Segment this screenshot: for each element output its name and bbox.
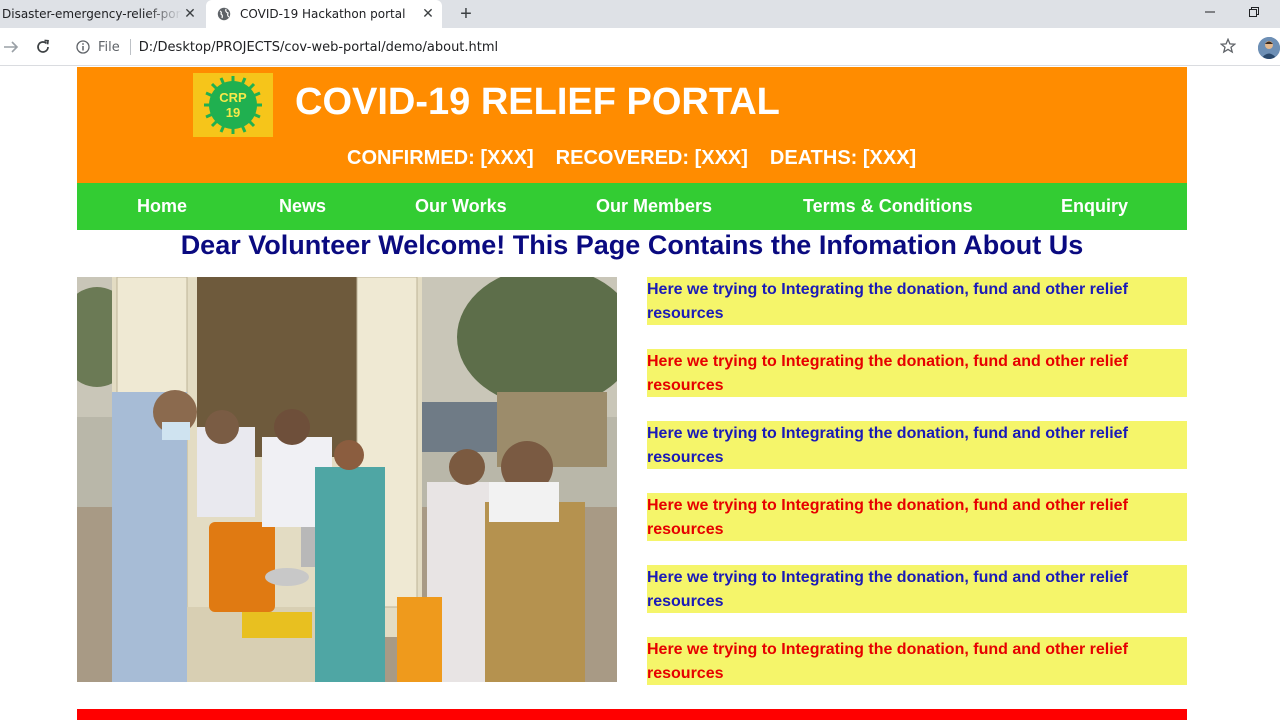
nav-link-enquiry[interactable]: Enquiry — [1061, 196, 1128, 217]
virus-logo-icon: CRP 19 — [204, 76, 262, 134]
footer-bar — [77, 709, 1187, 720]
tab-title: Disaster-emergency-relief-portal — [2, 7, 182, 21]
nav-link-our-members[interactable]: Our Members — [596, 196, 712, 217]
star-icon[interactable] — [1219, 37, 1238, 56]
deaths-stat: DEATHS: [XXX] — [769, 147, 917, 169]
reload-icon[interactable] — [33, 37, 53, 57]
confirmed-stat: CONFIRMED: [XXX] — [347, 147, 534, 169]
divider — [129, 39, 131, 55]
address-bar[interactable]: File D:/Desktop/PROJECTS/cov-web-portal/… — [66, 32, 1246, 62]
info-item: Here we trying to Integrating the donati… — [647, 493, 1187, 541]
close-icon[interactable]: ✕ — [420, 6, 436, 22]
logo-text-top: CRP — [219, 90, 247, 105]
site-title: COVID-19 RELIEF PORTAL — [295, 81, 780, 123]
main-nav: Home News Our Works Our Members Terms & … — [77, 183, 1187, 230]
recovered-stat: RECOVERED: [XXX] — [555, 147, 748, 169]
scheme-label: File — [98, 39, 120, 55]
close-icon[interactable]: ✕ — [182, 6, 198, 22]
case-stats: CONFIRMED: [XXX] RECOVERED: [XXX] DEATHS… — [347, 147, 916, 170]
browser-tab-active[interactable]: COVID-19 Hackathon portal ✕ — [206, 0, 442, 28]
plus-icon[interactable]: + — [454, 2, 478, 26]
info-item: Here we trying to Integrating the donati… — [647, 421, 1187, 469]
site-header: CRP 19 COVID-19 RELIEF PORTAL CONFIRMED:… — [77, 67, 1187, 183]
welcome-heading: Dear Volunteer Welcome! This Page Contai… — [180, 230, 1084, 260]
info-item: Here we trying to Integrating the donati… — [647, 277, 1187, 325]
site-logo[interactable]: CRP 19 — [193, 73, 273, 137]
info-item: Here we trying to Integrating the donati… — [647, 565, 1187, 613]
avatar[interactable] — [1258, 37, 1280, 59]
info-item: Here we trying to Integrating the donati… — [647, 349, 1187, 397]
nav-link-terms[interactable]: Terms & Conditions — [803, 196, 973, 217]
forward-arrow-icon[interactable] — [1, 37, 21, 57]
browser-tab-strip: Disaster-emergency-relief-portal ✕ COVID… — [0, 0, 1280, 28]
info-item: Here we trying to Integrating the donati… — [647, 637, 1187, 685]
nav-link-news[interactable]: News — [279, 196, 326, 217]
nav-link-home[interactable]: Home — [137, 196, 187, 217]
restore-icon[interactable] — [1244, 2, 1264, 22]
tab-title: COVID-19 Hackathon portal — [240, 7, 406, 21]
nav-link-our-works[interactable]: Our Works — [415, 196, 507, 217]
relief-distribution-photo — [77, 277, 617, 682]
browser-toolbar: File D:/Desktop/PROJECTS/cov-web-portal/… — [0, 28, 1280, 66]
minimize-icon[interactable] — [1200, 2, 1220, 22]
logo-text-bottom: 19 — [226, 105, 240, 120]
browser-tab-inactive[interactable]: Disaster-emergency-relief-portal ✕ — [0, 0, 204, 28]
globe-icon — [216, 6, 232, 22]
url-text[interactable]: D:/Desktop/PROJECTS/cov-web-portal/demo/… — [139, 40, 498, 55]
info-icon[interactable] — [76, 40, 90, 54]
